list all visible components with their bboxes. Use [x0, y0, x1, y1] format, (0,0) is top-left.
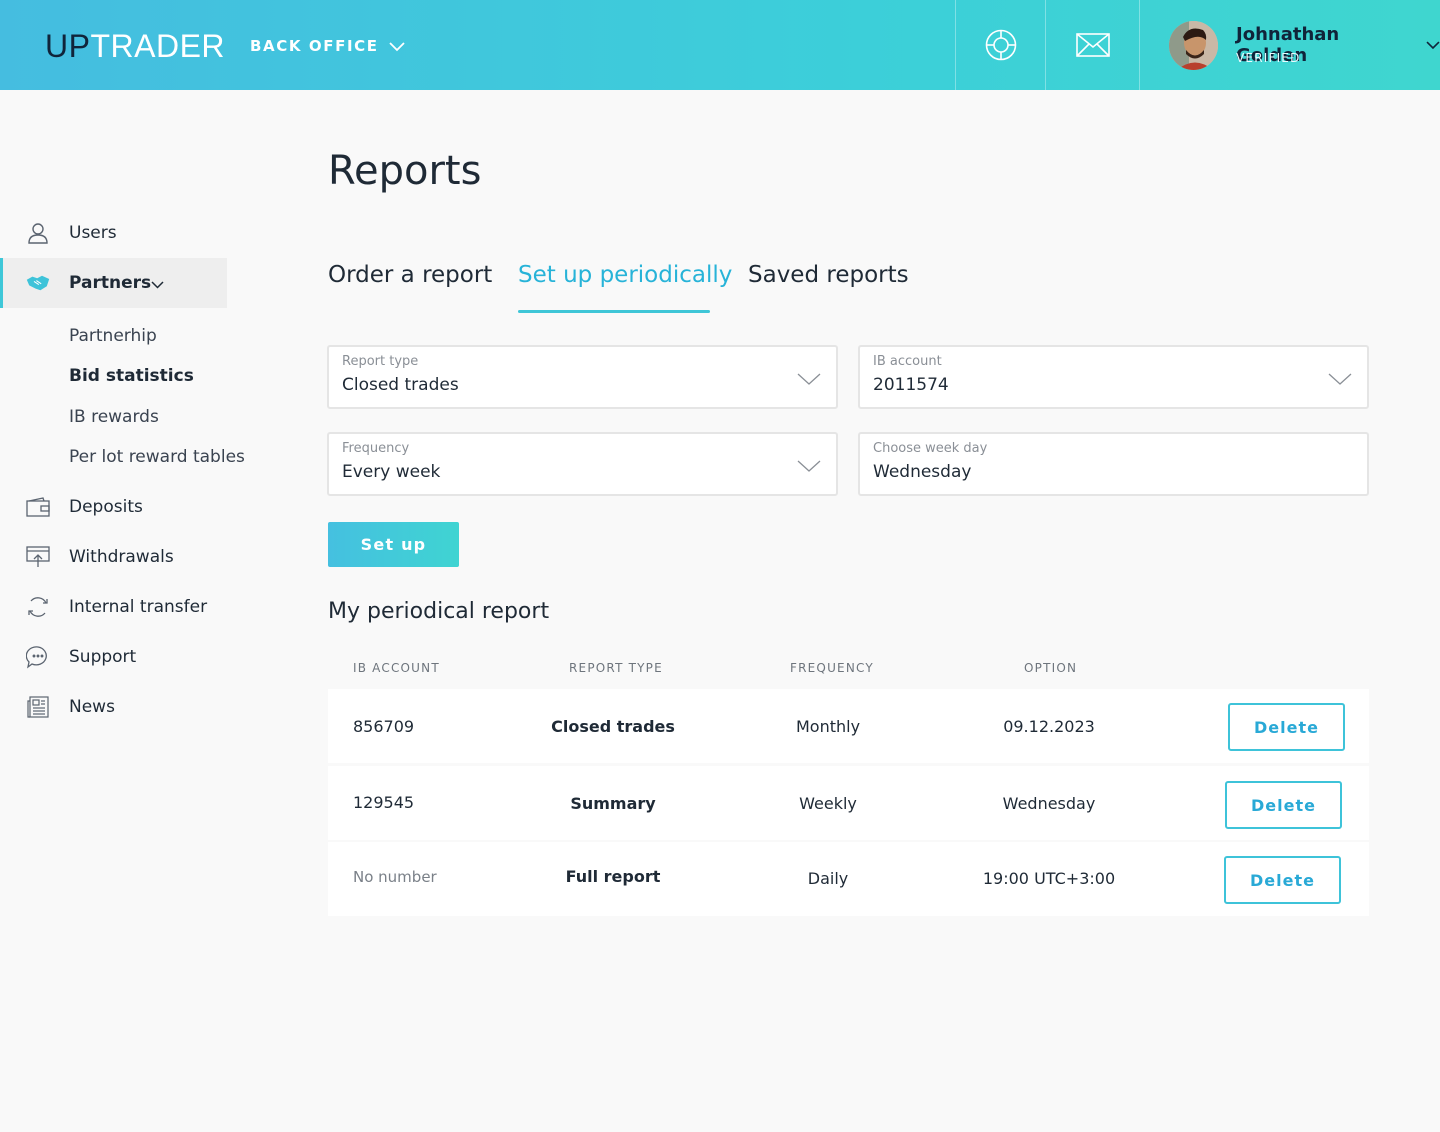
report-type-select[interactable]: Report type Closed trades [327, 345, 838, 409]
sidebar-item-deposits[interactable]: Deposits [0, 482, 227, 532]
cell-report-type: Full report [565, 867, 661, 886]
field-value: 2011574 [873, 375, 949, 395]
back-office-label: BACK OFFICE [250, 37, 379, 55]
set-up-button[interactable]: Set up [328, 522, 459, 567]
sidebar-item-users[interactable]: Users [0, 208, 227, 258]
column-header-ib-account: IB ACCOUNT [353, 661, 440, 675]
section-title: My periodical report [328, 599, 550, 624]
field-label: IB account [873, 354, 942, 369]
logo[interactable]: UPTRADER [45, 28, 225, 65]
newspaper-icon [26, 695, 50, 719]
sidebar-item-partners[interactable]: Partners [0, 258, 227, 308]
chat-icon [26, 645, 50, 669]
header-divider [1139, 0, 1140, 90]
chevron-down-icon [797, 373, 821, 385]
sidebar-subitem-per-lot-reward-tables[interactable]: Per lot reward tables [69, 447, 245, 467]
support-button[interactable] [956, 0, 1045, 90]
cell-frequency: Weekly [799, 794, 857, 813]
cell-option: 09.12.2023 [1003, 717, 1095, 736]
field-value: Every week [342, 462, 441, 482]
top-header: UPTRADER BACK OFFICE Johnathan Golden VE… [0, 0, 1440, 90]
table-row: 856709 Closed trades Monthly 09.12.2023 … [328, 689, 1369, 763]
cell-frequency: Monthly [795, 717, 861, 736]
chevron-down-icon [797, 460, 821, 472]
sidebar-item-label: Internal transfer [69, 597, 208, 617]
sidebar-item-news[interactable]: News [0, 682, 227, 732]
field-value: Closed trades [342, 375, 459, 395]
messages-button[interactable] [1046, 0, 1139, 90]
wallet-icon [26, 495, 50, 519]
lifebuoy-icon [985, 29, 1016, 61]
field-label: Frequency [342, 441, 410, 456]
chevron-down-icon [1426, 40, 1440, 49]
cell-option: Wednesday [1002, 794, 1096, 813]
cell-ib-account: 129545 [353, 793, 415, 812]
delete-button[interactable]: Delete [1224, 856, 1341, 904]
chevron-down-icon [151, 281, 164, 289]
sidebar-item-label: Support [69, 647, 137, 667]
sidebar-item-internal-transfer[interactable]: Internal transfer [0, 582, 227, 632]
user-icon [26, 221, 50, 245]
week-day-field[interactable]: Choose week day Wednesday [858, 432, 1369, 496]
sidebar-item-label: Users [69, 223, 117, 243]
active-tab-indicator [518, 310, 710, 313]
column-header-report-type: REPORT TYPE [569, 661, 663, 675]
sidebar-subitem-partnership[interactable]: Partnerhip [69, 326, 157, 346]
sidebar-subitem-ib-rewards[interactable]: IB rewards [69, 407, 159, 427]
user-status: VERIFIED [1236, 51, 1301, 65]
ib-account-select[interactable]: IB account 2011574 [858, 345, 1369, 409]
column-header-frequency: FREQUENCY [790, 661, 874, 675]
cell-frequency: Daily [807, 869, 849, 888]
table-row: No number Full report Daily 19:00 UTC+3:… [328, 842, 1369, 916]
tab-order-report[interactable]: Order a report [328, 262, 492, 288]
avatar[interactable] [1169, 21, 1218, 70]
column-header-option: OPTION [1024, 661, 1078, 675]
envelope-icon [1075, 33, 1110, 57]
sidebar-item-label: News [69, 697, 115, 717]
delete-button[interactable]: Delete [1228, 703, 1345, 751]
field-label: Choose week day [873, 441, 988, 456]
cell-report-type: Closed trades [551, 717, 675, 736]
sidebar-item-label: Partners [69, 273, 152, 293]
withdraw-icon [26, 545, 50, 569]
cell-ib-account: 856709 [353, 717, 415, 736]
back-office-menu[interactable]: BACK OFFICE [250, 37, 405, 55]
chevron-down-icon [1328, 373, 1352, 385]
cell-option: 19:00 UTC+3:00 [982, 869, 1116, 888]
sidebar-item-support[interactable]: Support [0, 632, 227, 682]
field-label: Report type [342, 354, 419, 369]
tab-set-up-periodically[interactable]: Set up periodically [518, 262, 732, 288]
logo-up: UP [45, 28, 91, 64]
transfer-icon [26, 595, 50, 619]
field-value: Wednesday [873, 462, 972, 482]
avatar-image [1169, 21, 1218, 70]
frequency-select[interactable]: Frequency Every week [327, 432, 838, 496]
sidebar-subitem-bid-statistics[interactable]: Bid statistics [69, 366, 194, 386]
cell-report-type: Summary [570, 794, 656, 813]
delete-button[interactable]: Delete [1225, 781, 1342, 829]
logo-trader: TRADER [90, 28, 226, 64]
page-title: Reports [328, 148, 482, 194]
chevron-down-icon [388, 41, 405, 51]
tab-saved-reports[interactable]: Saved reports [748, 262, 909, 288]
sidebar-item-label: Withdrawals [69, 547, 174, 567]
sidebar-item-withdrawals[interactable]: Withdrawals [0, 532, 227, 582]
table-row: 129545 Summary Weekly Wednesday Delete [328, 766, 1369, 840]
sidebar-item-label: Deposits [69, 497, 143, 517]
cell-ib-account: No number [353, 868, 437, 886]
handshake-icon [26, 271, 50, 295]
